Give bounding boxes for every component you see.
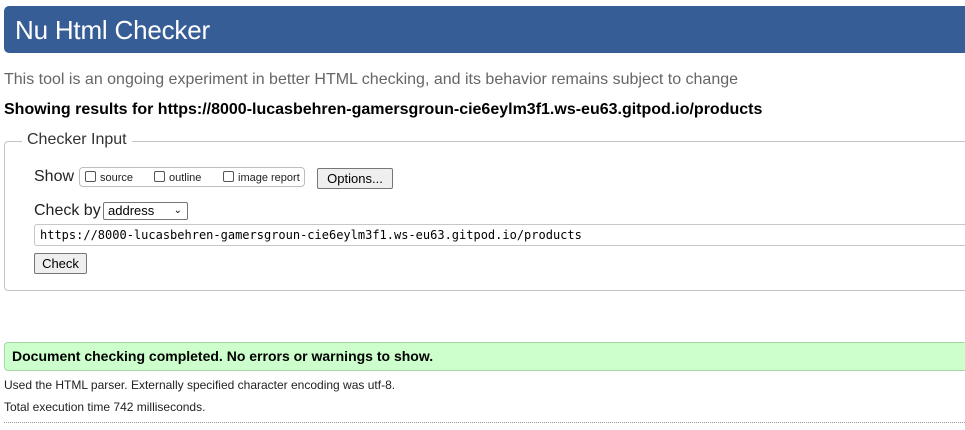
- header-bar: Nu Html Checker: [4, 6, 965, 53]
- show-source-option[interactable]: source: [85, 170, 134, 184]
- check-by-selected-value: address: [108, 203, 155, 218]
- tagline: This tool is an ongoing experiment in be…: [4, 71, 739, 88]
- divider: [4, 422, 965, 423]
- outline-checkbox-label: outline: [169, 172, 202, 184]
- success-message: Document checking completed. No errors o…: [4, 342, 965, 371]
- check-button[interactable]: Check: [34, 253, 87, 274]
- page: Nu Html Checker This tool is an ongoing …: [0, 0, 965, 430]
- show-image-report-option[interactable]: image report: [223, 170, 300, 184]
- checker-input-legend: Checker Input: [22, 131, 132, 149]
- check-by-select[interactable]: address ⌄: [103, 202, 188, 220]
- source-checkbox[interactable]: [85, 170, 96, 182]
- url-input[interactable]: https://8000-lucasbehren-gamersgroun-cie…: [34, 224, 965, 246]
- chevron-down-icon: ⌄: [173, 205, 182, 216]
- showing-results-heading: Showing results for https://8000-lucasbe…: [4, 101, 763, 118]
- show-outline-option[interactable]: outline: [154, 170, 202, 184]
- show-label: Show: [34, 168, 75, 185]
- check-by-label: Check by: [34, 202, 101, 219]
- outline-checkbox[interactable]: [154, 170, 165, 182]
- show-options-group: source outline image report: [79, 167, 305, 187]
- image-report-checkbox[interactable]: [223, 170, 234, 182]
- execution-time: Total execution time 742 milliseconds.: [4, 400, 206, 414]
- source-checkbox-label: source: [100, 172, 134, 184]
- options-button[interactable]: Options...: [317, 168, 393, 189]
- image-report-checkbox-label: image report: [238, 172, 300, 184]
- page-title: Nu Html Checker: [15, 15, 210, 45]
- parser-info: Used the HTML parser. Externally specifi…: [4, 378, 396, 392]
